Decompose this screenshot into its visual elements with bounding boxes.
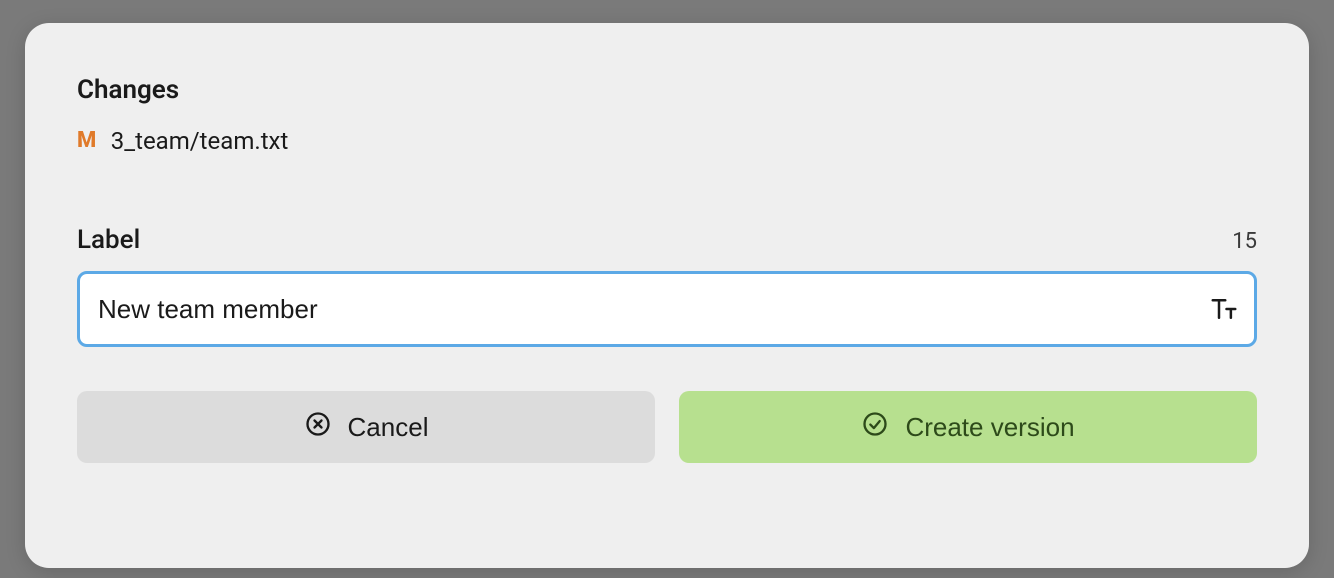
label-input[interactable]	[77, 271, 1257, 347]
change-file-path: 3_team/team.txt	[111, 127, 289, 155]
cancel-icon	[304, 410, 332, 445]
label-input-wrap	[77, 271, 1257, 347]
label-row: Label 15	[77, 225, 1257, 255]
text-format-icon[interactable]	[1209, 294, 1239, 324]
label-heading: Label	[77, 225, 140, 255]
dialog-button-row: Cancel Create version	[77, 391, 1257, 463]
changes-heading: Changes	[77, 75, 1257, 105]
char-count: 15	[1232, 229, 1257, 254]
cancel-button[interactable]: Cancel	[77, 391, 655, 463]
cancel-button-label: Cancel	[348, 412, 429, 443]
create-version-button[interactable]: Create version	[679, 391, 1257, 463]
check-circle-icon	[861, 410, 889, 445]
create-version-dialog: Changes M 3_team/team.txt Label 15 Cance…	[25, 23, 1309, 568]
create-version-button-label: Create version	[905, 412, 1074, 443]
change-row: M 3_team/team.txt	[77, 127, 1257, 155]
modified-status-icon: M	[77, 130, 97, 152]
